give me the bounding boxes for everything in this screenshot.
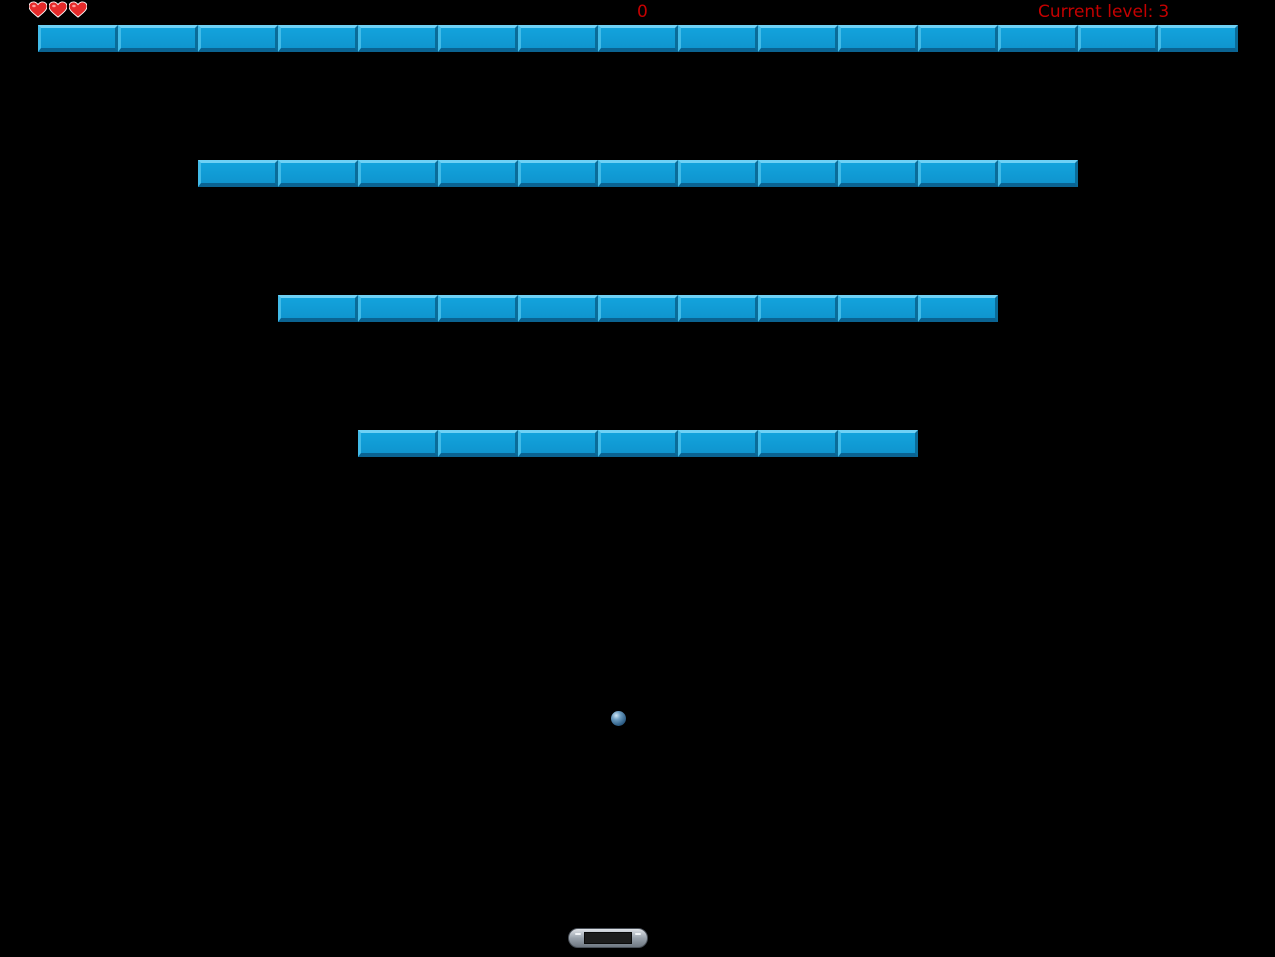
- brick: [198, 25, 278, 52]
- level-label: Current level:: [1038, 2, 1154, 22]
- brick: [358, 430, 438, 457]
- brick: [598, 295, 678, 322]
- brick: [278, 160, 358, 187]
- brick: [518, 430, 598, 457]
- brick: [278, 295, 358, 322]
- paddle[interactable]: [568, 928, 648, 948]
- brick: [838, 160, 918, 187]
- brick: [38, 25, 118, 52]
- brick: [678, 295, 758, 322]
- brick: [918, 295, 998, 322]
- brick: [438, 430, 518, 457]
- brick: [678, 160, 758, 187]
- brick: [918, 160, 998, 187]
- brick: [998, 25, 1078, 52]
- brick: [838, 295, 918, 322]
- game-board[interactable]: 0 Current level: 3: [0, 0, 1275, 957]
- score-display: 0: [637, 2, 648, 22]
- brick: [518, 160, 598, 187]
- brick: [438, 160, 518, 187]
- ball: [611, 711, 626, 726]
- brick: [438, 295, 518, 322]
- paddle-right-cap: [635, 933, 641, 935]
- brick: [678, 430, 758, 457]
- brick: [838, 430, 918, 457]
- brick: [758, 25, 838, 52]
- brick: [518, 295, 598, 322]
- paddle-left-cap: [575, 933, 581, 935]
- heart-icon: [49, 1, 67, 18]
- brick: [758, 295, 838, 322]
- brick: [118, 25, 198, 52]
- brick: [358, 295, 438, 322]
- brick: [438, 25, 518, 52]
- brick: [198, 160, 278, 187]
- lives-indicator: [29, 1, 87, 19]
- brick: [918, 25, 998, 52]
- level-indicator: Current level: 3: [1038, 2, 1169, 22]
- brick: [758, 160, 838, 187]
- brick: [838, 25, 918, 52]
- heart-icon: [69, 1, 87, 18]
- paddle-center-slot: [584, 932, 632, 944]
- brick: [1158, 25, 1238, 52]
- brick: [278, 25, 358, 52]
- brick: [358, 25, 438, 52]
- brick: [1078, 25, 1158, 52]
- brick: [998, 160, 1078, 187]
- heart-icon: [29, 1, 47, 18]
- brick: [358, 160, 438, 187]
- brick: [678, 25, 758, 52]
- brick: [758, 430, 838, 457]
- brick: [598, 430, 678, 457]
- brick: [598, 25, 678, 52]
- brick: [518, 25, 598, 52]
- level-value: 3: [1158, 2, 1170, 22]
- brick: [598, 160, 678, 187]
